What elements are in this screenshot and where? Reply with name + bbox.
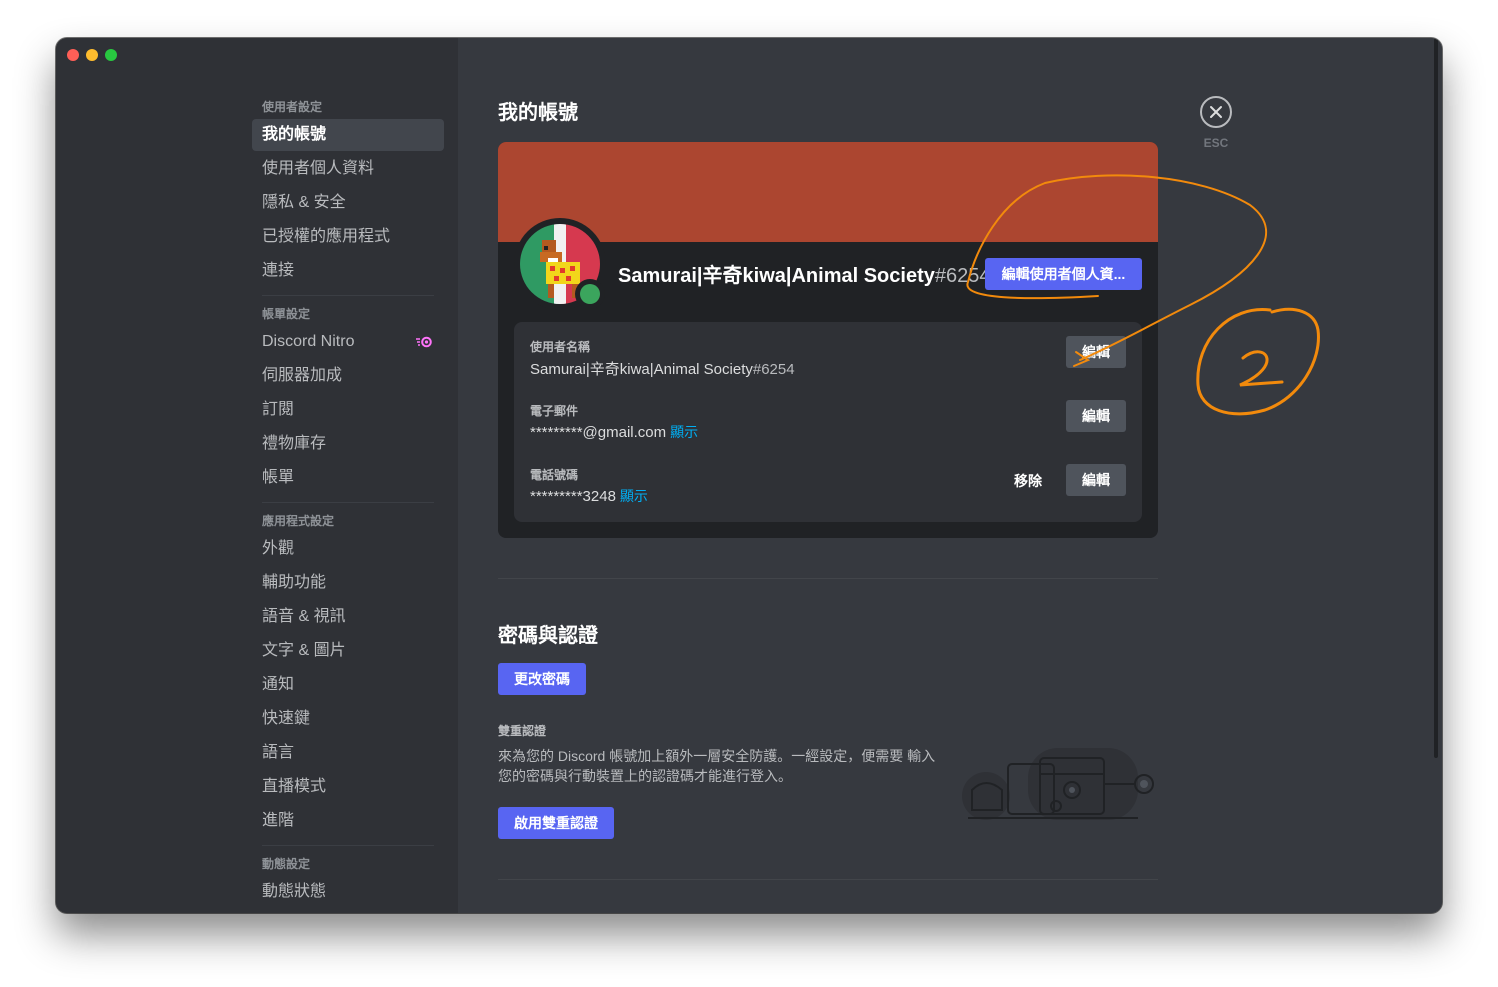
- sidebar-item-gift-inventory[interactable]: 禮物庫存: [252, 428, 444, 460]
- profile-display-name: Samurai|辛奇kiwa|Animal Society#6254: [618, 259, 990, 288]
- edit-email-button[interactable]: 編輯: [1066, 400, 1126, 432]
- page-title: 我的帳號: [498, 102, 578, 124]
- email-text: *********@gmail.com: [530, 424, 667, 441]
- sidebar-divider: [262, 845, 434, 846]
- sidebar-item-user-profile[interactable]: 使用者個人資料: [252, 153, 444, 185]
- sidebar-item-server-boost[interactable]: 伺服器加成: [252, 360, 444, 392]
- profile-username: Samurai|辛奇kiwa|Animal Society: [618, 265, 935, 287]
- username-value: Samurai|辛奇kiwa|Animal Society#6254: [530, 358, 795, 379]
- close-settings-button[interactable]: [1200, 96, 1232, 128]
- close-icon: [1210, 106, 1222, 118]
- sidebar-item-activity-status[interactable]: 動態狀態: [252, 876, 444, 908]
- sidebar-header-billing-settings: 帳單設定: [262, 307, 311, 321]
- close-window-button[interactable]: [67, 49, 79, 61]
- edit-phone-button[interactable]: 編輯: [1066, 464, 1126, 496]
- content-scrollbar[interactable]: [1434, 38, 1438, 758]
- avatar[interactable]: [514, 218, 606, 310]
- edit-user-profile-button[interactable]: 編輯使用者個人資...: [985, 258, 1142, 290]
- password-section-title: 密碼與認證: [498, 625, 598, 647]
- phone-text: *********3248: [530, 488, 616, 505]
- close-esc-label: ESC: [1203, 136, 1229, 150]
- username-tag: #6254: [752, 361, 795, 378]
- sidebar-item-accessibility[interactable]: 輔助功能: [252, 567, 444, 599]
- sidebar-item-discord-nitro[interactable]: Discord Nitro: [252, 326, 444, 358]
- sidebar-item-my-account[interactable]: 我的帳號: [252, 119, 444, 151]
- email-row: 電子郵件 *********@gmail.com 顯示 編輯: [530, 400, 1126, 450]
- sidebar-item-streamer-mode[interactable]: 直播模式: [252, 771, 444, 803]
- edit-username-button[interactable]: 編輯: [1066, 336, 1126, 368]
- sidebar-header-user-settings: 使用者設定: [262, 100, 323, 114]
- sidebar-item-text-images[interactable]: 文字 & 圖片: [252, 635, 444, 667]
- email-label: 電子郵件: [530, 404, 579, 418]
- username-label: 使用者名稱: [530, 340, 591, 354]
- account-profile-card: Samurai|辛奇kiwa|Animal Society#6254 編輯使用者…: [498, 142, 1158, 538]
- section-divider: [498, 578, 1158, 579]
- phone-row: 電話號碼 *********3248 顯示 移除 編輯: [530, 464, 1126, 514]
- phone-value: *********3248 顯示: [530, 486, 648, 506]
- sidebar-item-advanced[interactable]: 進階: [252, 805, 444, 837]
- reveal-email-link[interactable]: 顯示: [670, 424, 698, 440]
- settings-sidebar: 使用者設定 我的帳號 使用者個人資料 隱私 & 安全 已授權的應用程式 連接 帳…: [56, 38, 458, 913]
- safe-illustration: [962, 748, 1154, 820]
- sidebar-divider: [262, 502, 434, 503]
- nitro-icon: [416, 336, 432, 348]
- twofa-label: 雙重認證: [498, 724, 547, 738]
- sidebar-item-authorized-apps[interactable]: 已授權的應用程式: [252, 221, 444, 253]
- sidebar-item-appearance[interactable]: 外觀: [252, 533, 444, 565]
- remove-phone-button[interactable]: 移除: [1014, 471, 1042, 491]
- sidebar-item-label: Discord Nitro: [262, 333, 355, 350]
- zoom-window-button[interactable]: [105, 49, 117, 61]
- sidebar-item-keybinds[interactable]: 快速鍵: [252, 703, 444, 735]
- profile-tag: #6254: [934, 265, 991, 287]
- sidebar-header-activity-settings: 動態設定: [262, 857, 311, 871]
- profile-banner: [498, 142, 1158, 242]
- sidebar-divider: [262, 295, 434, 296]
- app-window: 使用者設定 我的帳號 使用者個人資料 隱私 & 安全 已授權的應用程式 連接 帳…: [56, 38, 1442, 913]
- change-password-button[interactable]: 更改密碼: [498, 663, 586, 695]
- close-settings[interactable]: ESC: [1198, 96, 1234, 150]
- enable-twofa-button[interactable]: 啟用雙重認證: [498, 807, 614, 839]
- email-value: *********@gmail.com 顯示: [530, 422, 698, 442]
- phone-label: 電話號碼: [530, 468, 579, 482]
- sidebar-item-language[interactable]: 語言: [252, 737, 444, 769]
- window-controls: [67, 49, 117, 61]
- minimize-window-button[interactable]: [86, 49, 98, 61]
- sidebar-item-connections[interactable]: 連接: [252, 255, 444, 287]
- sidebar-header-app-settings: 應用程式設定: [262, 514, 335, 528]
- sidebar-item-billing[interactable]: 帳單: [252, 462, 444, 494]
- sidebar-item-subscriptions[interactable]: 訂閱: [252, 394, 444, 426]
- account-info-panel: 使用者名稱 Samurai|辛奇kiwa|Animal Society#6254…: [514, 322, 1142, 522]
- twofa-description: 來為您的 Discord 帳號加上額外一層安全防護。一經設定，便需要 輸入您的密…: [498, 748, 936, 784]
- online-status-indicator: [580, 284, 600, 304]
- settings-content: 我的帳號 Samurai|辛奇kiwa|Animal Society#6254 …: [458, 38, 1442, 913]
- section-divider: [498, 879, 1158, 880]
- sidebar-item-voice-video[interactable]: 語音 & 視訊: [252, 601, 444, 633]
- username-text: Samurai|辛奇kiwa|Animal Society: [530, 361, 753, 378]
- username-row: 使用者名稱 Samurai|辛奇kiwa|Animal Society#6254…: [530, 336, 1126, 386]
- sidebar-item-notifications[interactable]: 通知: [252, 669, 444, 701]
- sidebar-item-privacy-safety[interactable]: 隱私 & 安全: [252, 187, 444, 219]
- reveal-phone-link[interactable]: 顯示: [620, 488, 648, 504]
